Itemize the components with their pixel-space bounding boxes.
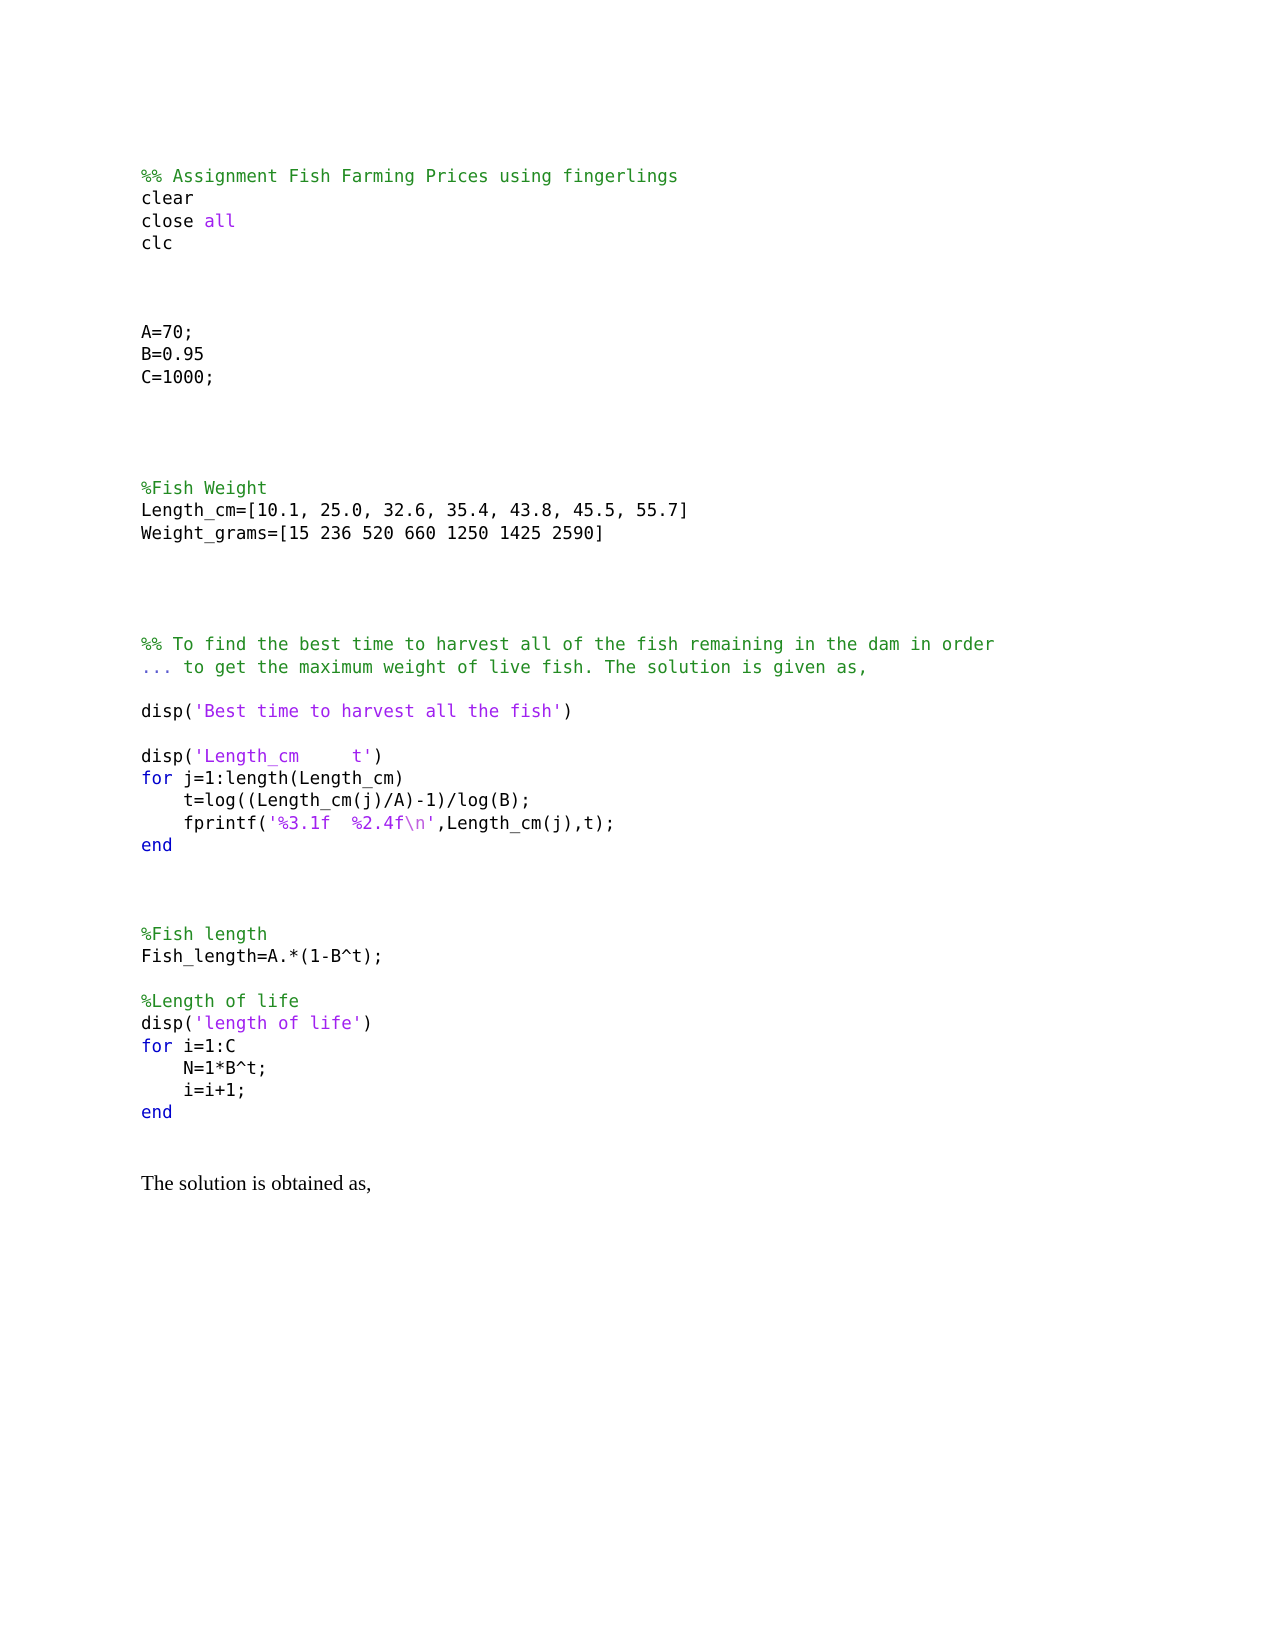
code-token: 'Length_cm t' [193,746,373,767]
code-token: Fish_length=A.*(1-B^t); [141,947,384,968]
code-token: 'length of life' [193,1014,363,1035]
code-token: ) [562,702,573,723]
code-token: for [141,769,173,790]
code-token: to get the maximum weight of live fish. … [183,657,868,678]
code-line: i=i+1; [141,1080,1081,1102]
code-token: C=1000; [141,367,215,388]
code-line: Weight_grams=[15 236 520 660 1250 1425 2… [141,523,1081,545]
code-token: all [204,211,236,232]
code-token: A=70; [141,323,194,344]
code-token: i=1:C [172,1036,236,1057]
code-token: end [141,835,173,856]
code-token: end [141,1103,173,1124]
code-token: close [141,211,205,232]
code-token: for [141,1036,173,1057]
solution-paragraph: The solution is obtained as, [141,1171,372,1195]
code-token: Length_cm=[10.1, 25.0, 32.6, 35.4, 43.8,… [141,501,689,522]
code-token: ) [372,746,384,767]
code-token: disp( [141,702,194,723]
code-line: %% Assignment Fish Farming Prices using … [141,166,1081,188]
code-line: fprintf('%3.1f %2.4f\n',Length_cm(j),t); [141,813,1081,835]
code-token: N=1*B^t; [141,1058,268,1079]
code-token: ... [141,657,184,678]
code-token: %Length of life [141,991,300,1012]
code-token: B=0.95 [141,345,205,366]
code-token: %Fish Weight [141,479,268,500]
code-line: end [141,835,1081,857]
code-token: '%3.1f %2.4f [267,813,405,834]
code-token: %Fish length [141,925,268,946]
code-token: disp( [141,746,194,767]
code-token: ,Length_cm(j),t); [436,813,616,834]
code-token: ) [362,1014,373,1035]
code-line: %% To find the best time to harvest all … [141,634,1081,656]
code-token: %% To find the best time to harvest all … [141,635,995,656]
code-line: t=log((Length_cm(j)/A)-1)/log(B); [141,790,1081,812]
code-token: fprintf( [141,813,268,834]
code-line: B=0.95 [141,344,1081,366]
code-token: ' [425,813,437,834]
code-line: clc [141,233,1081,255]
document-page: %% Assignment Fish Farming Prices using … [0,0,1275,1650]
code-token: disp( [141,1014,194,1035]
code-line: disp('length of life') [141,1013,1081,1035]
code-line: for j=1:length(Length_cm) [141,768,1081,790]
code-line: N=1*B^t; [141,1058,1081,1080]
code-token: t=log((Length_cm(j)/A)-1)/log(B); [141,791,531,812]
code-line: disp('Length_cm t') [141,746,1081,768]
code-line: Fish_length=A.*(1-B^t); [141,946,1081,968]
code-line: Length_cm=[10.1, 25.0, 32.6, 35.4, 43.8,… [141,500,1081,522]
code-line: %Fish length [141,924,1081,946]
code-line: for i=1:C [141,1036,1081,1058]
code-line: disp('Best time to harvest all the fish'… [141,701,1081,723]
code-token: clc [141,233,173,254]
code-token: 'Best time to harvest all the fish' [193,702,563,723]
code-line: end [141,1102,1081,1124]
code-token: i=i+1; [141,1081,247,1102]
code-line: A=70; [141,322,1081,344]
code-token: j=1:length(Length_cm) [172,769,405,790]
code-token: clear [141,189,194,210]
code-line: %Fish Weight [141,478,1081,500]
code-token: %% Assignment Fish Farming Prices using … [141,167,679,187]
code-line: clear [141,188,1081,210]
code-line: close all [141,211,1081,233]
code-token: \n [404,813,426,834]
code-line: C=1000; [141,367,1081,389]
code-line: ... to get the maximum weight of live fi… [141,657,1081,679]
matlab-code-listing: %% Assignment Fish Farming Prices using … [141,166,1081,1125]
code-token: Weight_grams=[15 236 520 660 1250 1425 2… [141,523,605,544]
code-line: %Length of life [141,991,1081,1013]
